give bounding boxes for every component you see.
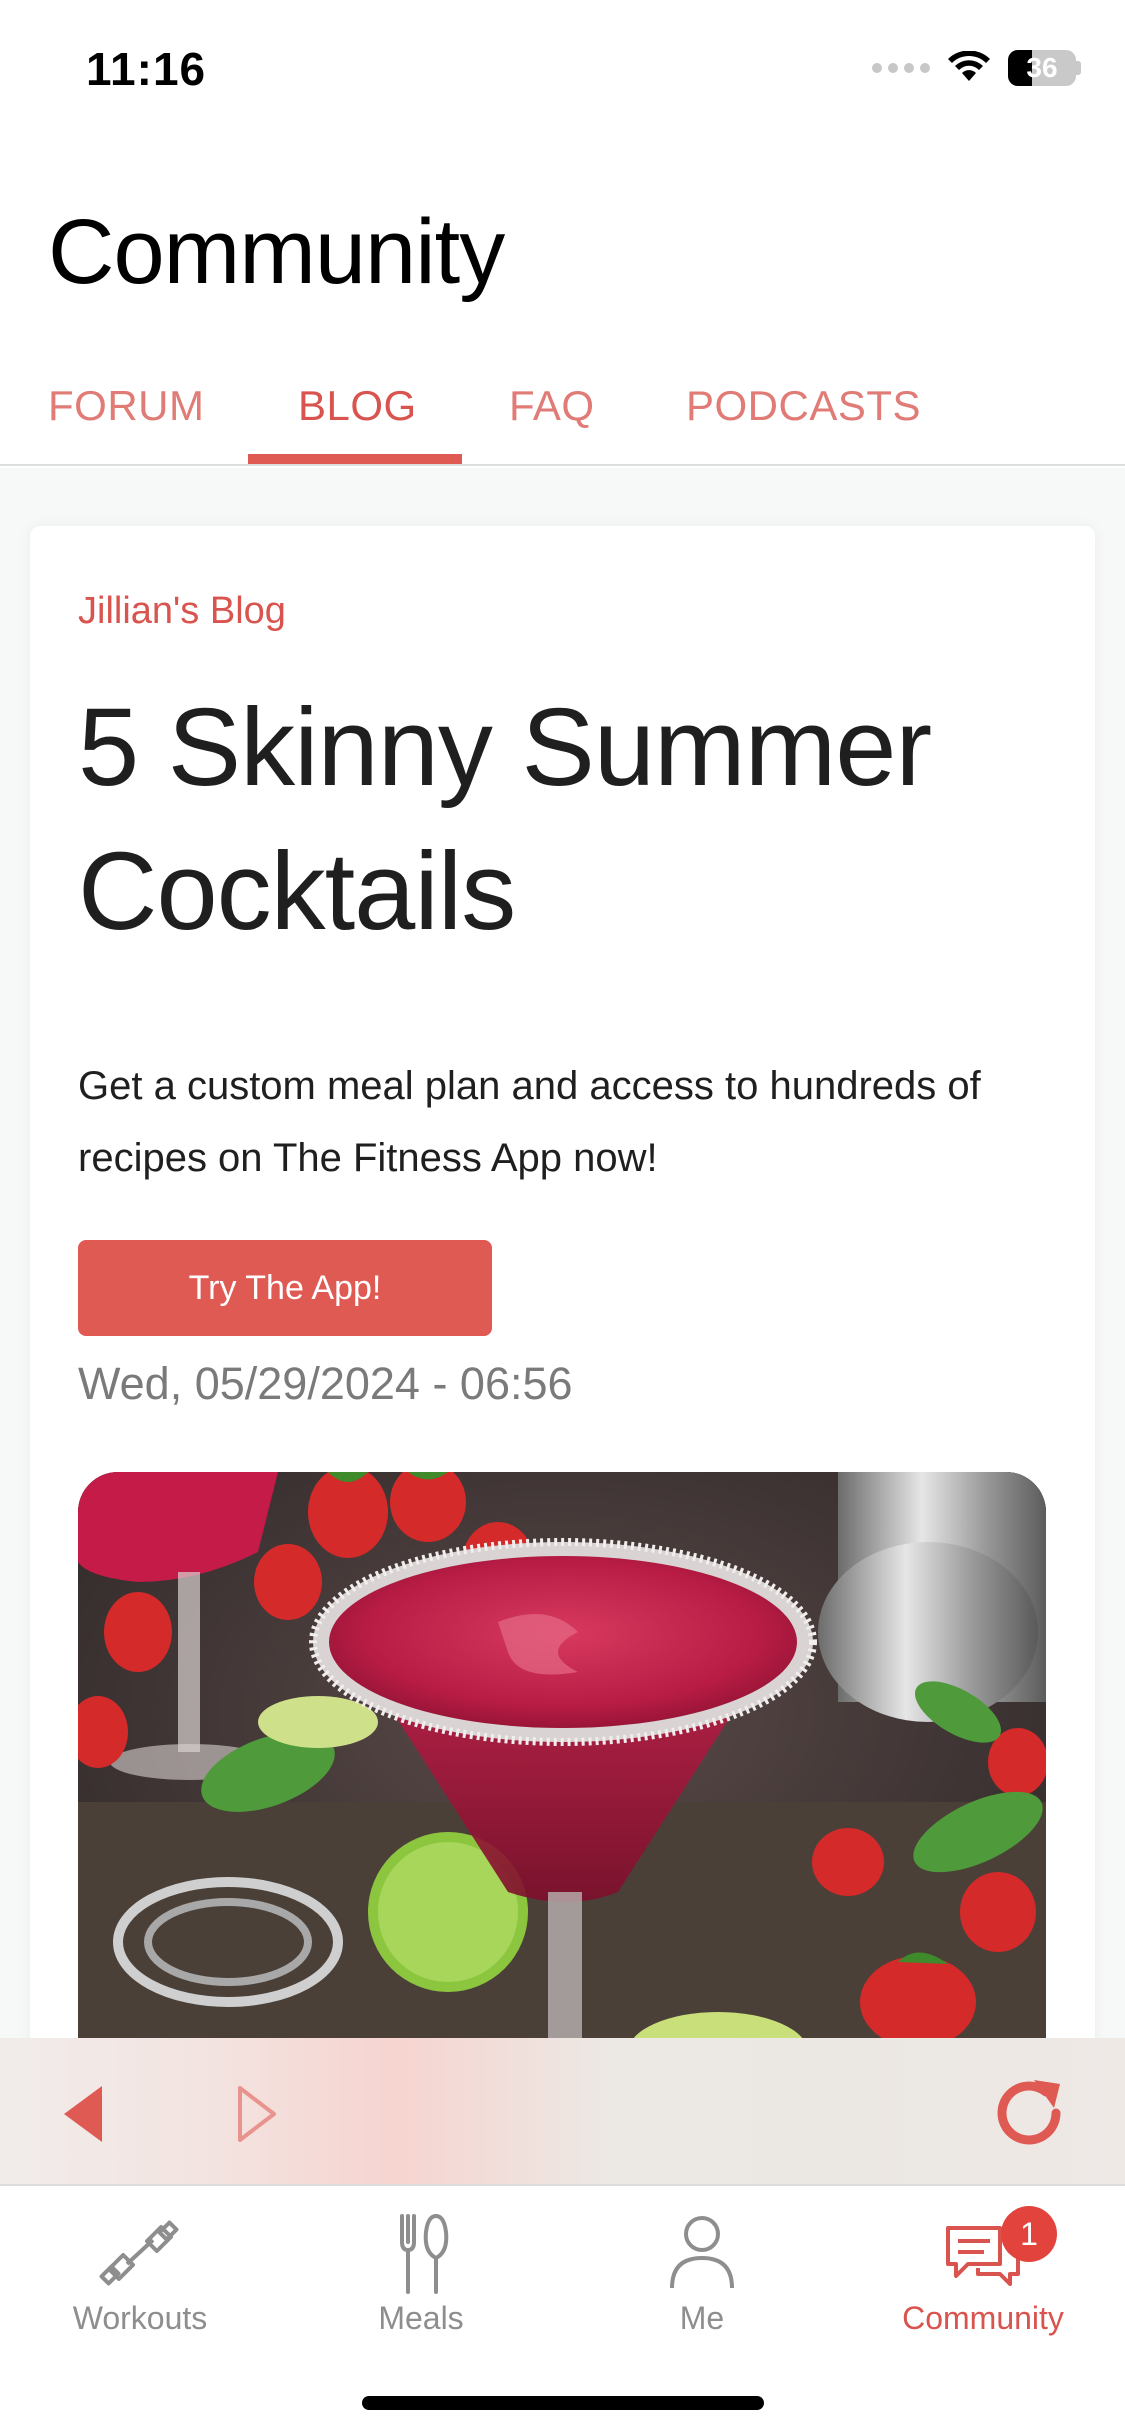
tab-community-label: Community [902,2300,1064,2336]
tab-meals-label: Meals [378,2300,464,2336]
tab-forum[interactable]: FORUM [48,382,204,430]
reload-icon[interactable] [984,2068,1074,2158]
web-content[interactable]: Jillian's Blog 5 Skinny Summer Cocktails… [0,468,1125,2040]
section-tabs: FORUM BLOG FAQ PODCASTS [0,360,1125,466]
tab-me[interactable]: Me [562,2208,842,2337]
post-title: 5 Skinny Summer Cocktails [78,686,932,953]
tab-blog[interactable]: BLOG [298,382,417,430]
tab-meals[interactable]: Meals [281,2208,561,2337]
post-date: Wed, 05/29/2024 - 06:56 [78,1358,573,1409]
community-notification-badge: 1 [1001,2206,1057,2262]
post-hero-image [78,1472,1046,2040]
try-the-app-button[interactable]: Try The App! [78,1240,492,1336]
blog-name-link[interactable]: Jillian's Blog [78,590,286,633]
status-time: 11:16 [86,43,207,95]
page-title: Community [48,201,505,303]
home-indicator[interactable] [362,2396,764,2410]
dumbbell-icon [99,2220,179,2286]
browser-toolbar [0,2038,1125,2186]
tab-faq[interactable]: FAQ [509,382,595,430]
person-icon [670,2216,734,2289]
tab-workouts[interactable]: Workouts [0,2208,280,2337]
promo-text: Get a custom meal plan and access to hun… [78,1064,981,1180]
battery-icon: 36 [1008,50,1081,86]
status-icons: 36 [872,50,1081,86]
forward-arrow-icon[interactable] [218,2078,290,2150]
back-arrow-icon[interactable] [48,2078,120,2150]
tab-me-label: Me [679,2300,725,2336]
cocktail-photo [78,1472,1046,2040]
status-bar: 11:16 36 [0,0,1125,140]
tab-workouts-label: Workouts [72,2300,208,2336]
battery-level: 36 [1026,52,1058,83]
tab-community[interactable]: 1 Community [843,2206,1123,2337]
fork-knife-icon [400,2214,449,2294]
blog-post-card: Jillian's Blog 5 Skinny Summer Cocktails… [30,526,1095,2040]
tab-podcasts[interactable]: PODCASTS [686,382,921,430]
signal-dots-icon [872,63,930,73]
wifi-icon [948,51,990,81]
active-tab-indicator [248,454,462,464]
